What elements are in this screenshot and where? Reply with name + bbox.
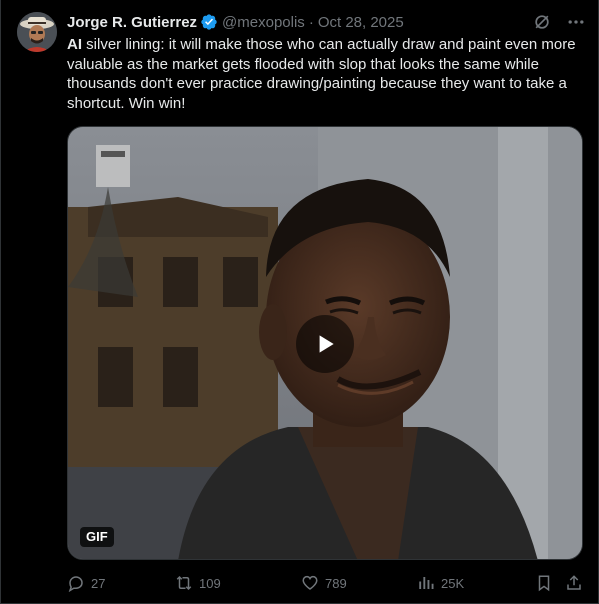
bookmark-button[interactable] xyxy=(535,572,559,594)
author-handle[interactable]: @mexopolis xyxy=(222,14,305,31)
share-button[interactable] xyxy=(565,572,589,594)
engagement-bar: 27 109 789 25K xyxy=(67,572,587,594)
more-icon[interactable] xyxy=(566,12,586,32)
grok-icon[interactable] xyxy=(532,12,552,32)
play-button[interactable] xyxy=(296,315,354,373)
views-icon xyxy=(417,574,435,592)
media-gif[interactable]: GIF xyxy=(67,126,583,560)
like-count: 789 xyxy=(325,575,347,591)
views-count: 25K xyxy=(441,575,465,591)
avatar[interactable] xyxy=(17,12,57,52)
play-icon xyxy=(319,335,334,353)
repost-button[interactable]: 109 xyxy=(175,572,221,594)
bookmark-icon xyxy=(535,574,553,592)
gif-badge: GIF xyxy=(80,527,114,547)
header-actions xyxy=(532,12,586,32)
reply-count: 27 xyxy=(91,575,106,591)
verified-badge-icon xyxy=(200,13,218,31)
post-text: AI silver lining: it will make those who… xyxy=(67,35,589,113)
views-button[interactable]: 25K xyxy=(417,572,464,594)
share-icon xyxy=(565,574,583,592)
repost-icon xyxy=(175,574,193,592)
author-name[interactable]: Jorge R. Gutierrez xyxy=(67,14,197,31)
reply-icon xyxy=(67,574,85,592)
reply-button[interactable]: 27 xyxy=(67,572,105,594)
like-button[interactable]: 789 xyxy=(301,572,347,594)
tweet: Jorge R. Gutierrez @mexopolis · Oct 28, … xyxy=(0,0,599,604)
post-header: Jorge R. Gutierrez @mexopolis · Oct 28, … xyxy=(67,12,586,32)
repost-count: 109 xyxy=(199,575,221,591)
avatar-image xyxy=(17,12,57,52)
like-icon xyxy=(301,574,319,592)
post-text-bold: AI xyxy=(67,36,82,53)
post-date[interactable]: Oct 28, 2025 xyxy=(318,14,404,31)
separator-dot: · xyxy=(308,13,314,31)
post-text-body: silver lining: it will make those who ca… xyxy=(67,36,576,112)
